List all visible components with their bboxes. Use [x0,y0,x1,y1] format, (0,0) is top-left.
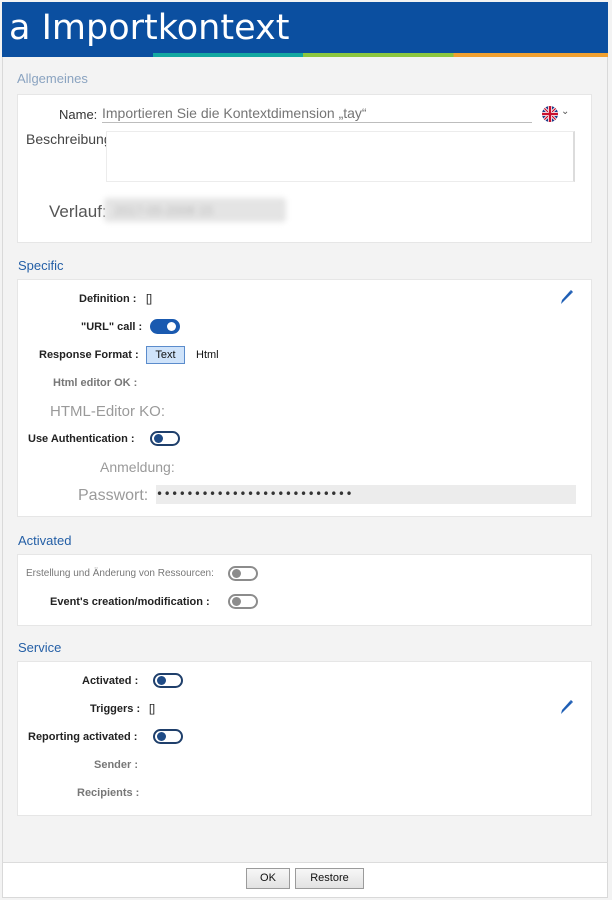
html-editor-ok-label: Html editor OK : [53,377,138,389]
section-title-activated: Activated [18,533,72,548]
event-creation-label: Event's creation/modification : [50,596,210,608]
language-chevron-down-icon[interactable]: ⌄ [561,106,569,117]
name-label: Name: [59,107,98,122]
resource-change-toggle[interactable] [228,566,258,581]
name-input[interactable] [102,103,532,123]
format-text-option[interactable]: Text [146,346,185,364]
specific-panel [17,279,592,517]
format-html-option[interactable]: Html [196,349,219,361]
service-activated-label: Activated : [82,675,139,687]
triggers-label: Triggers : [90,703,141,715]
window-title: a Importkontext [9,8,290,48]
uk-flag-icon[interactable] [542,106,558,122]
restore-button[interactable]: Restore [295,868,364,889]
service-activated-toggle[interactable] [153,673,183,688]
url-call-label: "URL" call : [81,321,143,333]
description-textarea[interactable] [106,131,575,182]
response-format-label: Response Format : [39,349,139,361]
url-call-toggle[interactable] [150,319,180,334]
login-label: Anmeldung: [100,459,175,475]
use-authentication-label: Use Authentication : [28,433,135,445]
section-title-general: Allgemeines [17,71,88,86]
definition-label: Definition : [79,293,137,305]
edit-definition-pencil-icon[interactable] [560,289,574,305]
html-editor-ko-label: HTML-Editor KO: [50,403,166,420]
reporting-activated-label: Reporting activated : [28,731,138,743]
password-label: Passwort: [78,487,149,504]
recipients-label: Recipients : [77,787,140,799]
description-label: Beschreibung: [26,131,116,147]
ok-button[interactable]: OK [246,868,290,889]
section-title-service: Service [18,640,62,655]
reporting-activated-toggle[interactable] [153,729,183,744]
triggers-value: [] [149,703,156,715]
definition-value: [] [146,293,153,305]
use-authentication-toggle[interactable] [150,431,180,446]
sender-label: Sender : [94,759,139,771]
edit-triggers-pencil-icon[interactable] [560,699,574,715]
window-titlebar: a Importkontext [2,2,608,57]
activated-panel [17,554,592,626]
section-title-specific: Specific [18,258,64,273]
history-value-blurred: 2017-05-2008 15 [104,198,286,222]
history-label: Verlauf: [49,202,107,221]
resource-change-label: Erstellung und Änderung von Ressourcen: [26,568,214,579]
password-field[interactable]: •••••••••••••••••••••••••• [156,485,576,504]
event-creation-toggle[interactable] [228,594,258,609]
